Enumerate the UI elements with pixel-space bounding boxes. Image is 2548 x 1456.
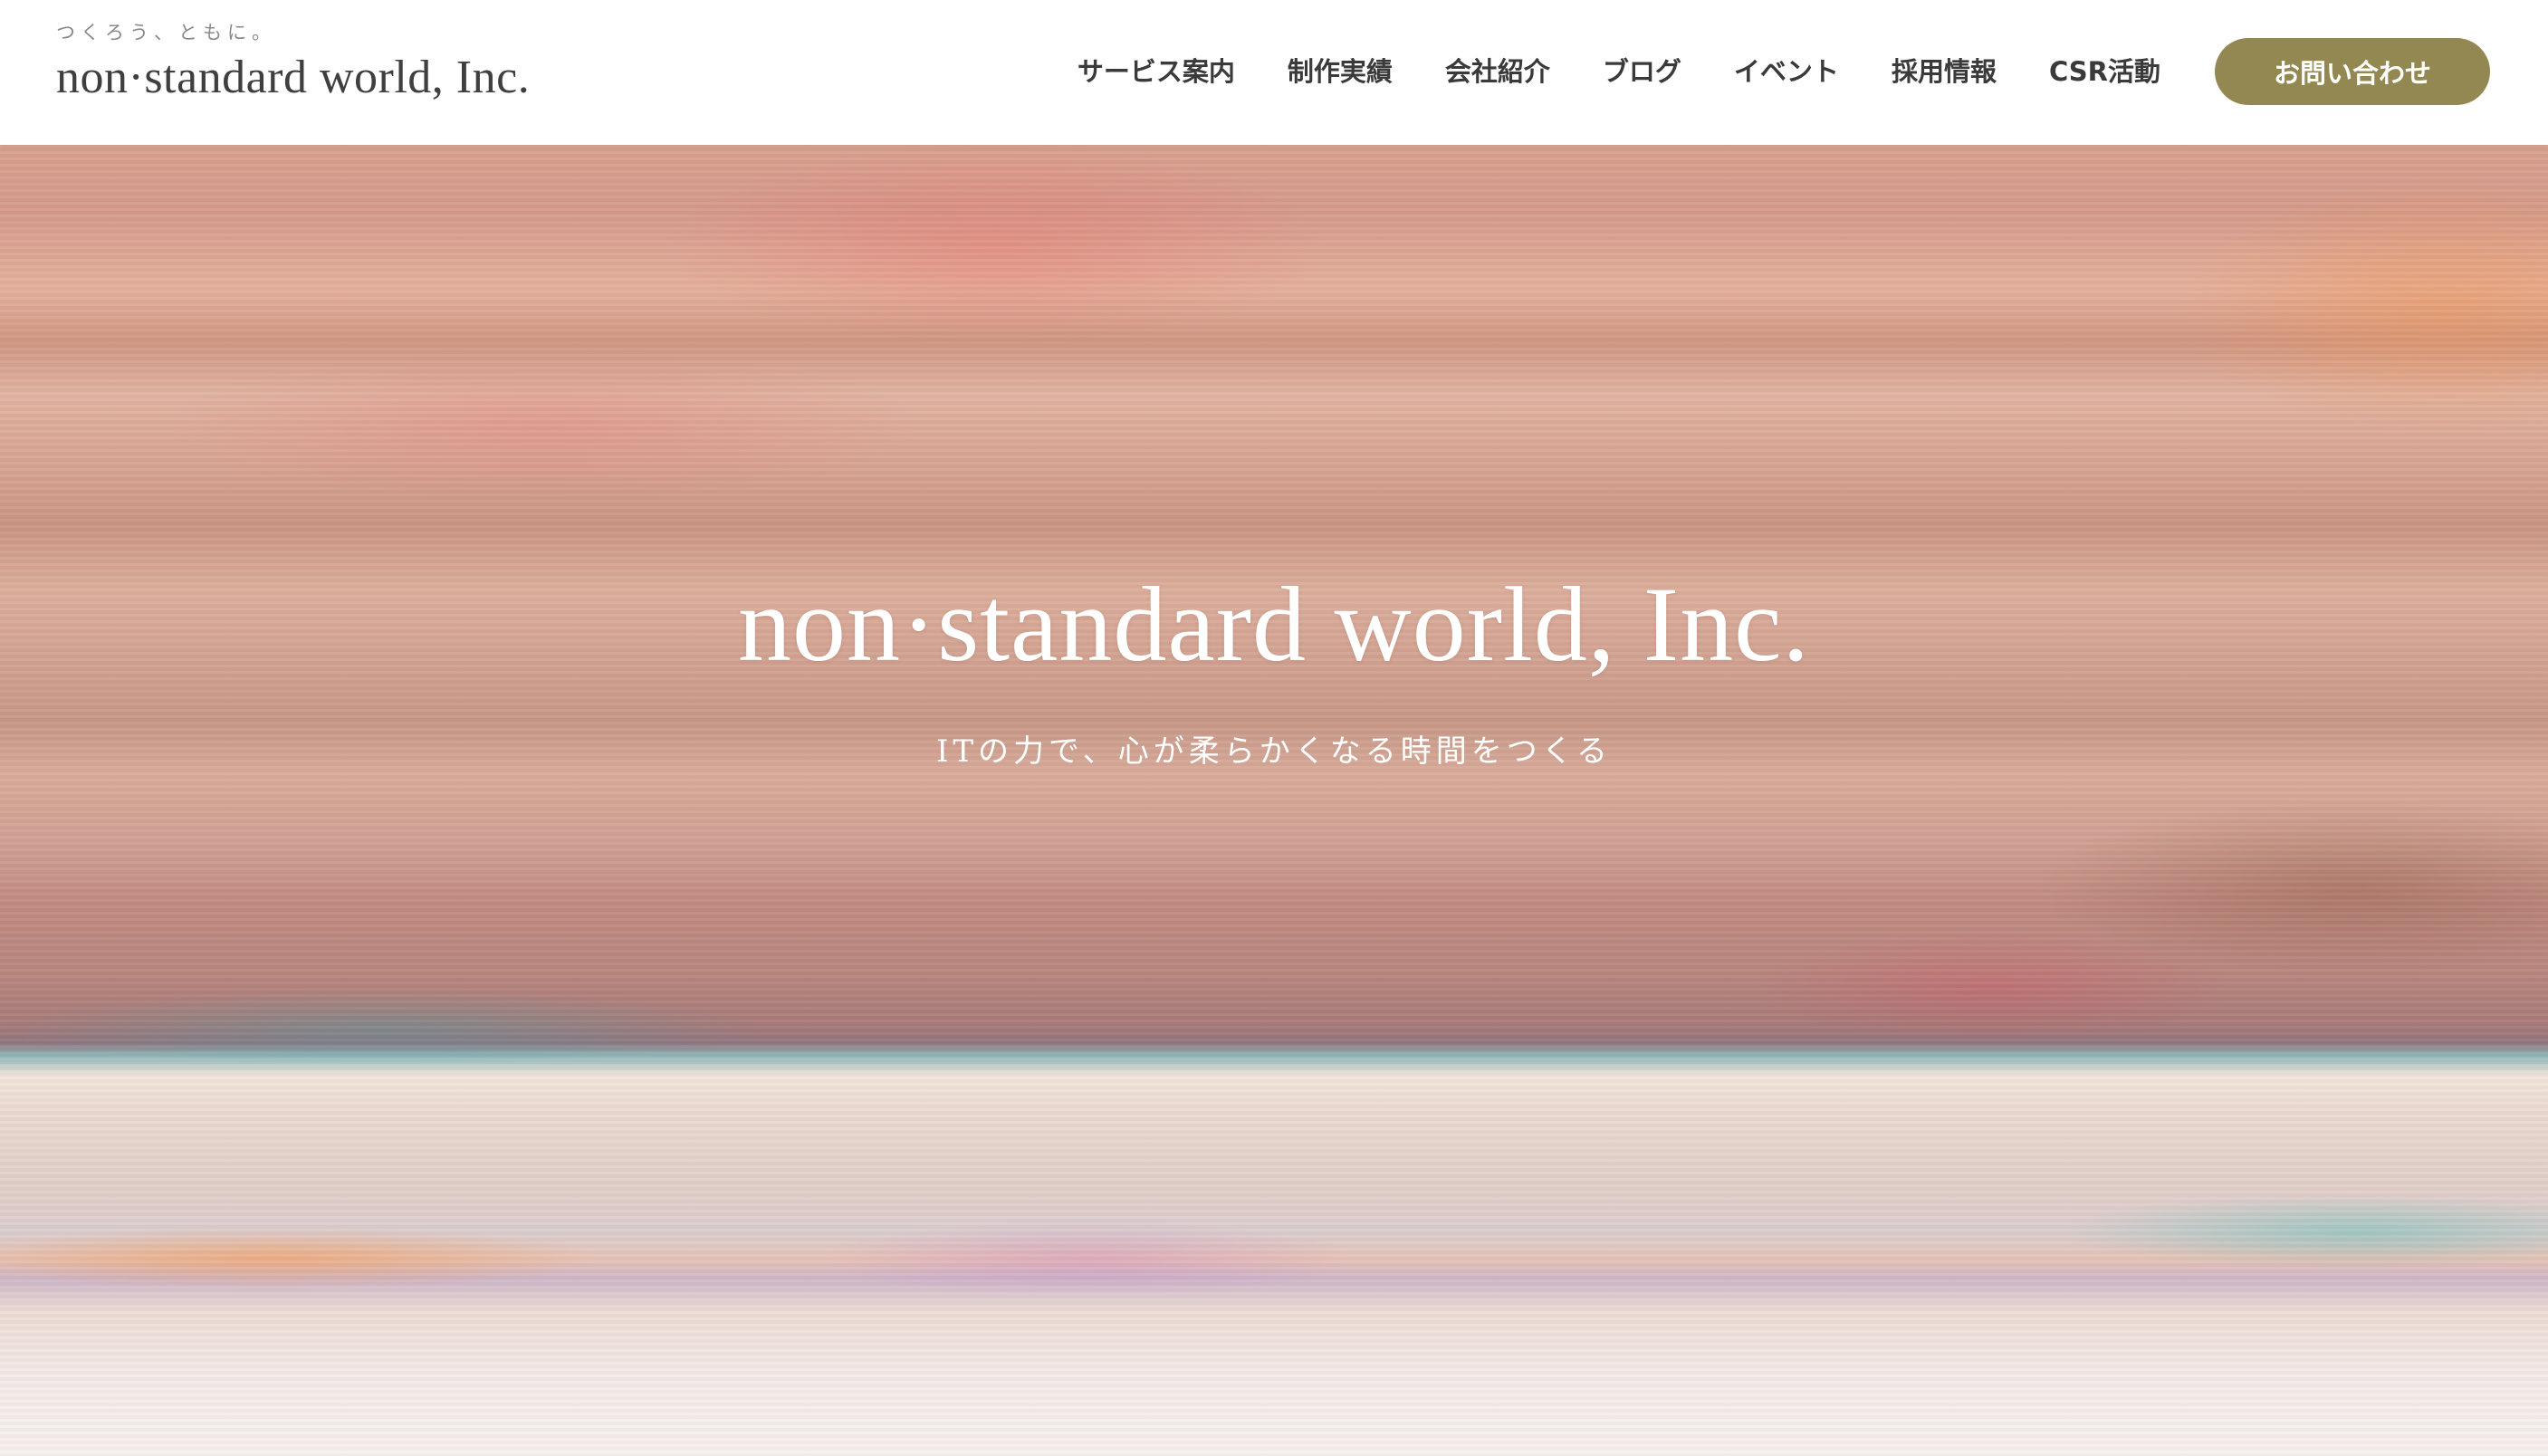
- contact-button[interactable]: お問い合わせ: [2215, 38, 2490, 105]
- nav-item-services[interactable]: サービス案内: [1051, 38, 1261, 105]
- hero-section: non·standard world, Inc. ITの力で、心が柔らかくなる時…: [0, 145, 2548, 1456]
- hero-tagline: ITの力で、心が柔らかくなる時間をつくる: [935, 733, 1613, 770]
- nav-item-recruit[interactable]: 採用情報: [1865, 38, 2023, 105]
- nav-item-events[interactable]: イベント: [1708, 38, 1865, 105]
- hero-texture: [0, 145, 2548, 1456]
- logo-tagline: つくろう、ともに。: [56, 22, 276, 43]
- logo-wordmark: non·standard world, Inc.: [56, 52, 531, 103]
- logo-link[interactable]: つくろう、ともに。 non·standard world, Inc.: [56, 20, 530, 107]
- main-nav: サービス案内 制作実績 会社紹介 ブログ イベント 採用情報 CSR活動 お問い…: [1051, 38, 2490, 105]
- nav-item-blog[interactable]: ブログ: [1576, 38, 1708, 105]
- nav-item-company[interactable]: 会社紹介: [1419, 38, 1576, 105]
- hero-title: non·standard world, Inc.: [737, 565, 1810, 684]
- nav-item-csr[interactable]: CSR活動: [2023, 38, 2187, 105]
- nav-item-works[interactable]: 制作実績: [1261, 38, 1419, 105]
- site-header: つくろう、ともに。 non·standard world, Inc. サービス案…: [0, 0, 2548, 145]
